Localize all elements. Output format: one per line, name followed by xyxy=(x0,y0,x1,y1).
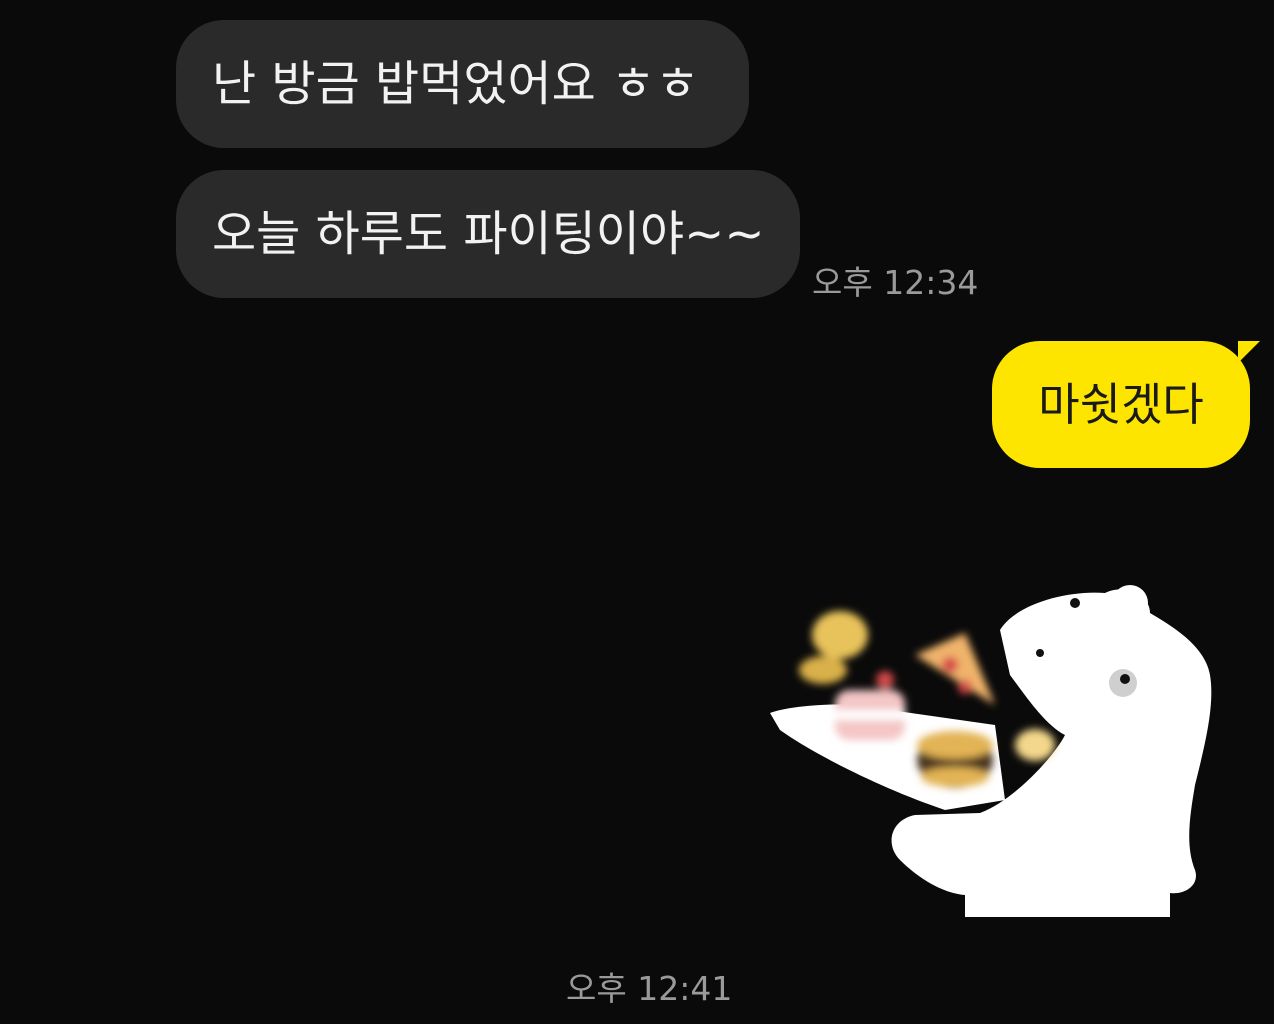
message-text: 오늘 하루도 파이팅이야~~ xyxy=(212,206,765,262)
message-timestamp: 오후 12:34 xyxy=(812,263,979,302)
incoming-message-bubble[interactable]: 오늘 하루도 파이팅이야~~ xyxy=(176,170,800,298)
message-text: 마쉿겠다 xyxy=(1038,378,1204,431)
incoming-message-bubble[interactable]: 난 방금 밥먹었어요 ㅎㅎ xyxy=(176,20,749,148)
bubble-tail xyxy=(1238,341,1260,363)
message-timestamp: 오후 12:41 xyxy=(566,969,733,1008)
chat-view: 난 방금 밥먹었어요 ㅎㅎ 오늘 하루도 파이팅이야~~ 오후 12:34 마쉿… xyxy=(0,0,1274,1024)
bear-eating-food-sticker-icon[interactable] xyxy=(765,575,1225,925)
message-text: 난 방금 밥먹었어요 ㅎㅎ xyxy=(212,56,700,112)
outgoing-message-bubble[interactable]: 마쉿겠다 xyxy=(992,341,1260,468)
